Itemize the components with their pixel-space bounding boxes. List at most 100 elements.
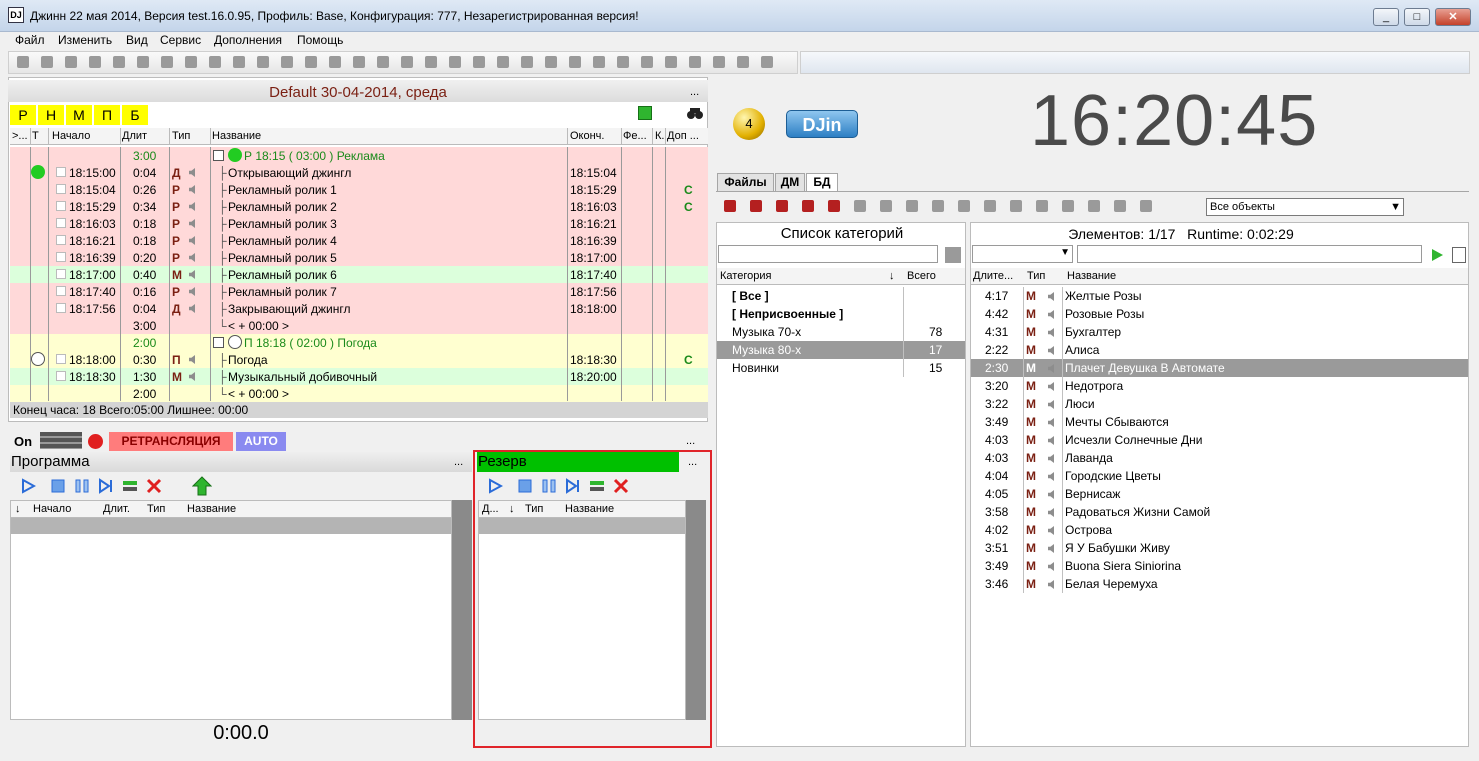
play-icon[interactable] bbox=[487, 478, 503, 494]
menu-help[interactable]: Помощь bbox=[297, 33, 343, 47]
toolbar-icon[interactable] bbox=[713, 56, 725, 68]
filter-m-button[interactable]: М bbox=[66, 105, 92, 125]
toolbar-icon[interactable] bbox=[521, 56, 533, 68]
col-duration[interactable]: Длит bbox=[122, 130, 147, 142]
col-program-type[interactable]: Тип bbox=[147, 503, 165, 515]
db-toolbar-icon[interactable] bbox=[1114, 200, 1126, 212]
program-empty-row[interactable] bbox=[11, 518, 451, 534]
db-toolbar-icon[interactable] bbox=[776, 200, 788, 212]
split-icon[interactable] bbox=[122, 478, 138, 494]
element-row[interactable]: 4:04 М Городские Цветы bbox=[971, 467, 1468, 485]
toolbar-icon[interactable] bbox=[281, 56, 293, 68]
row-checkbox[interactable] bbox=[56, 167, 66, 177]
stop-icon[interactable] bbox=[517, 478, 533, 494]
next-icon[interactable] bbox=[565, 478, 581, 494]
menu-addons[interactable]: Дополнения bbox=[214, 33, 282, 47]
schedule-more-button[interactable]: ... bbox=[690, 86, 699, 98]
menu-edit[interactable]: Изменить bbox=[58, 33, 112, 47]
toolbar-icon[interactable] bbox=[185, 56, 197, 68]
auto-button[interactable]: AUTO bbox=[236, 432, 286, 451]
menu-view[interactable]: Вид bbox=[126, 33, 148, 47]
toolbar-icon[interactable] bbox=[761, 56, 773, 68]
filter-b-button[interactable]: Б bbox=[122, 105, 148, 125]
category-row[interactable]: [ Все ] bbox=[717, 287, 965, 305]
tab-db[interactable]: БД bbox=[806, 173, 838, 192]
schedule-row[interactable]: 18:16:03 0:18 Р ├ Рекламный ролик 3 18:16:21 bbox=[10, 215, 708, 232]
element-row[interactable]: 3:58 М Радоваться Жизни Самой bbox=[971, 503, 1468, 521]
object-filter-select[interactable]: Все объекты ▼ bbox=[1206, 198, 1404, 216]
filter-r-button[interactable]: Р bbox=[10, 105, 36, 125]
toolbar-icon[interactable] bbox=[353, 56, 365, 68]
col-program-duration[interactable]: Длит. bbox=[103, 503, 130, 515]
toolbar-icon[interactable] bbox=[233, 56, 245, 68]
col-element-name[interactable]: Название bbox=[1067, 270, 1116, 282]
col-start[interactable]: Начало bbox=[52, 130, 90, 142]
menu-file[interactable]: Файл bbox=[15, 33, 45, 47]
schedule-row[interactable]: 3:00 Р 18:15 ( 03:00 ) Реклама bbox=[10, 147, 708, 164]
toolbar-icon[interactable] bbox=[17, 56, 29, 68]
col-name[interactable]: Название bbox=[212, 130, 261, 142]
split-icon[interactable] bbox=[589, 478, 605, 494]
element-row[interactable]: 3:51 М Я У Бабушки Живу bbox=[971, 539, 1468, 557]
col-t[interactable]: Т bbox=[32, 130, 39, 142]
toolbar-icon[interactable] bbox=[641, 56, 653, 68]
element-row[interactable]: 4:03 М Лаванда bbox=[971, 449, 1468, 467]
col-k[interactable]: К. bbox=[655, 130, 665, 142]
db-toolbar-icon[interactable] bbox=[1140, 200, 1152, 212]
element-row[interactable]: 4:03 М Исчезли Солнечные Дни bbox=[971, 431, 1468, 449]
toolbar-icon[interactable] bbox=[65, 56, 77, 68]
toolbar-icon[interactable] bbox=[161, 56, 173, 68]
db-toolbar-icon[interactable] bbox=[1088, 200, 1100, 212]
db-toolbar-icon[interactable] bbox=[724, 200, 736, 212]
col-category[interactable]: Категория bbox=[720, 270, 771, 282]
toolbar-icon[interactable] bbox=[473, 56, 485, 68]
db-toolbar-icon[interactable] bbox=[932, 200, 944, 212]
schedule-row[interactable]: 18:17:56 0:04 Д ├ Закрывающий джингл 18:18:00 bbox=[10, 300, 708, 317]
schedule-row[interactable]: 18:18:00 0:30 П ├ Погода 18:18:30 С bbox=[10, 351, 708, 368]
toolbar-icon[interactable] bbox=[377, 56, 389, 68]
col-program-start[interactable]: Начало bbox=[33, 503, 71, 515]
toolbar-icon[interactable] bbox=[329, 56, 341, 68]
toolbar-icon[interactable] bbox=[209, 56, 221, 68]
row-checkbox[interactable] bbox=[56, 252, 66, 262]
toolbar-icon[interactable] bbox=[569, 56, 581, 68]
schedule-row[interactable]: 3:00 └ < + 00:00 > bbox=[10, 317, 708, 334]
toolbar-icon[interactable] bbox=[257, 56, 269, 68]
db-toolbar-icon[interactable] bbox=[984, 200, 996, 212]
col-type[interactable]: Тип bbox=[172, 130, 190, 142]
minimize-button[interactable]: _ bbox=[1373, 8, 1399, 26]
row-checkbox[interactable] bbox=[56, 303, 66, 313]
next-icon[interactable] bbox=[98, 478, 114, 494]
schedule-row[interactable]: 18:16:21 0:18 Р ├ Рекламный ролик 4 18:16:39 bbox=[10, 232, 708, 249]
toolbar-icon[interactable] bbox=[665, 56, 677, 68]
toolbar-icon[interactable] bbox=[689, 56, 701, 68]
col-extra[interactable]: Доп ... bbox=[667, 130, 707, 142]
toolbar-icon[interactable] bbox=[449, 56, 461, 68]
category-search-button[interactable] bbox=[945, 247, 961, 263]
db-toolbar-icon[interactable] bbox=[1062, 200, 1074, 212]
element-row[interactable]: 4:02 М Острова bbox=[971, 521, 1468, 539]
col-element-duration[interactable]: Длите... bbox=[973, 270, 1013, 282]
element-row[interactable]: 3:46 М Белая Черемуха bbox=[971, 575, 1468, 593]
element-row[interactable]: 4:31 М Бухгалтер bbox=[971, 323, 1468, 341]
menu-service[interactable]: Сервис bbox=[160, 33, 201, 47]
db-toolbar-icon[interactable] bbox=[906, 200, 918, 212]
list-view-icon[interactable] bbox=[1452, 247, 1466, 263]
toolbar-icon[interactable] bbox=[137, 56, 149, 68]
schedule-row[interactable]: 18:17:00 0:40 М ├ Рекламный ролик 6 18:17:40 bbox=[10, 266, 708, 283]
element-row[interactable]: 4:05 М Вернисаж bbox=[971, 485, 1468, 503]
db-toolbar-icon[interactable] bbox=[958, 200, 970, 212]
toolbar-icon[interactable] bbox=[89, 56, 101, 68]
db-toolbar-icon[interactable] bbox=[1036, 200, 1048, 212]
db-toolbar-icon[interactable] bbox=[802, 200, 814, 212]
row-checkbox[interactable] bbox=[56, 235, 66, 245]
category-row[interactable]: [ Неприсвоенные ] bbox=[717, 305, 965, 323]
tab-files[interactable]: Файлы bbox=[717, 173, 774, 191]
play-icon[interactable] bbox=[20, 478, 36, 494]
pause-icon[interactable] bbox=[74, 478, 90, 494]
element-row[interactable]: 3:20 М Недотрога bbox=[971, 377, 1468, 395]
collapse-box-icon[interactable] bbox=[213, 150, 224, 161]
reserve-scrollbar[interactable] bbox=[686, 500, 706, 720]
sort-icon[interactable]: ↓ bbox=[509, 503, 515, 515]
category-row[interactable]: Музыка 70-х 78 bbox=[717, 323, 965, 341]
